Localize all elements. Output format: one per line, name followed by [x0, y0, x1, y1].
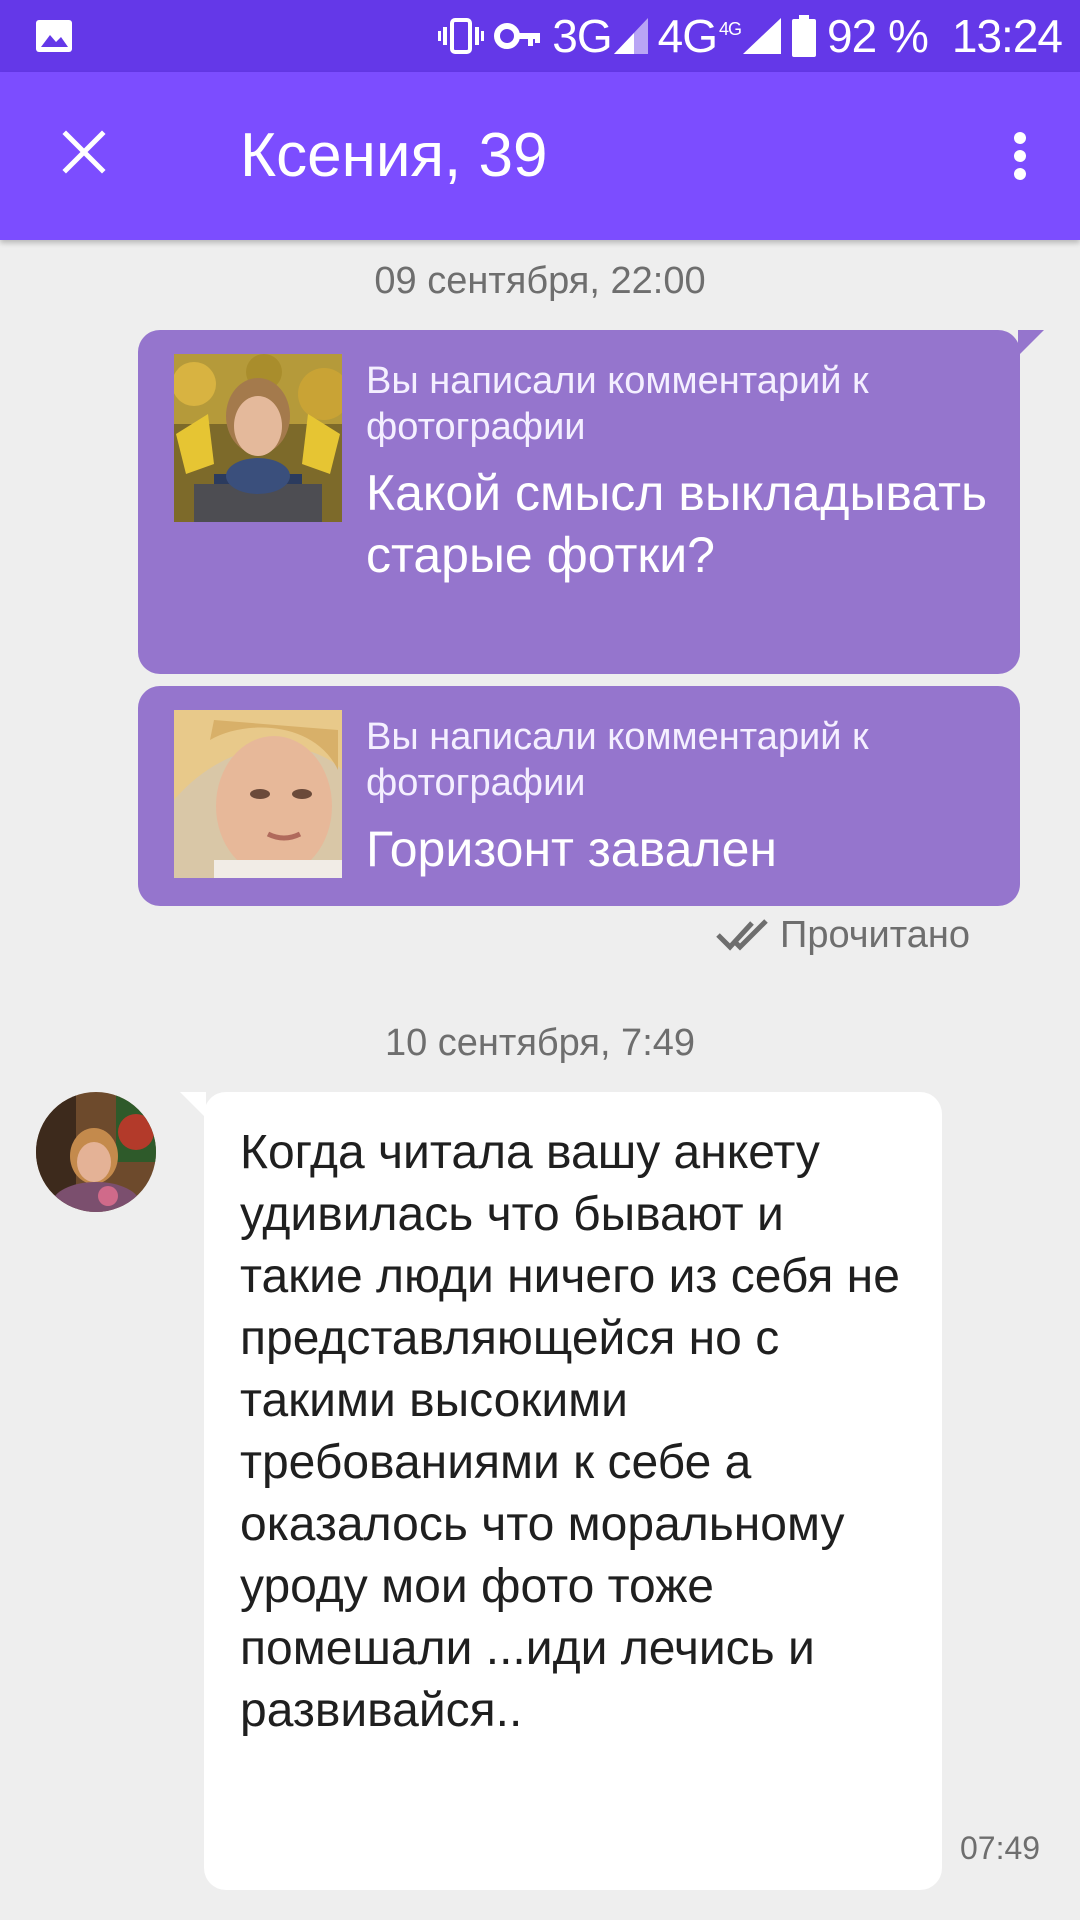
chat-area[interactable]: 09 сентября, 22:00 Вы написали комментар… — [0, 240, 1080, 1920]
app-bar: Ксения, 39 — [0, 72, 1080, 240]
clock: 13:24 — [951, 10, 1063, 62]
status-bar: 3G 4G 4G 92 % 13:24 — [0, 0, 1080, 72]
image-notification-icon — [34, 16, 74, 56]
page-title[interactable]: Ксения, 39 — [240, 72, 547, 240]
outgoing-message[interactable]: Вы написали комментарий к фотографии Гор… — [138, 686, 1020, 906]
close-icon — [62, 130, 106, 174]
vpn-key-icon — [494, 16, 542, 56]
signal-icon — [613, 18, 648, 54]
network-3g: 3G — [552, 9, 648, 63]
message-comment: Какой смысл выкладывать старые фотки? — [366, 465, 988, 583]
battery-percent: 92 % — [827, 10, 929, 62]
more-options-button[interactable] — [980, 116, 1060, 196]
battery-icon — [791, 15, 817, 57]
close-button[interactable] — [44, 112, 124, 192]
more-vert-icon — [1014, 132, 1026, 180]
message-caption: Вы написали комментарий к фотографии — [366, 360, 869, 448]
incoming-message[interactable]: Когда читала вашу анкету удивилась что б… — [180, 1092, 942, 1890]
read-status: Прочитано — [716, 914, 970, 957]
message-text: Когда читала вашу анкету удивилась что б… — [240, 1126, 900, 1737]
photo-thumbnail[interactable] — [174, 710, 342, 878]
double-check-icon — [716, 918, 768, 951]
message-caption: Вы написали комментарий к фотографии — [366, 716, 869, 804]
network-4g: 4G 4G — [658, 9, 782, 63]
photo-thumbnail[interactable] — [174, 354, 342, 522]
message-comment: Горизонт завален — [366, 821, 777, 877]
status-icons: 3G 4G 4G 92 % 13:24 — [438, 0, 1063, 72]
read-status-label: Прочитано — [780, 914, 970, 956]
vibrate-icon — [438, 16, 485, 56]
bubble-tail — [1018, 330, 1044, 356]
bubble-tail — [180, 1092, 206, 1118]
signal-icon — [743, 18, 782, 54]
date-separator: 09 сентября, 22:00 — [374, 260, 706, 302]
avatar[interactable] — [36, 1092, 156, 1212]
date-separator: 10 сентября, 7:49 — [384, 1022, 696, 1064]
message-time: 07:49 — [960, 1830, 1041, 1866]
outgoing-message[interactable]: Вы написали комментарий к фотографии Как… — [138, 330, 1044, 674]
